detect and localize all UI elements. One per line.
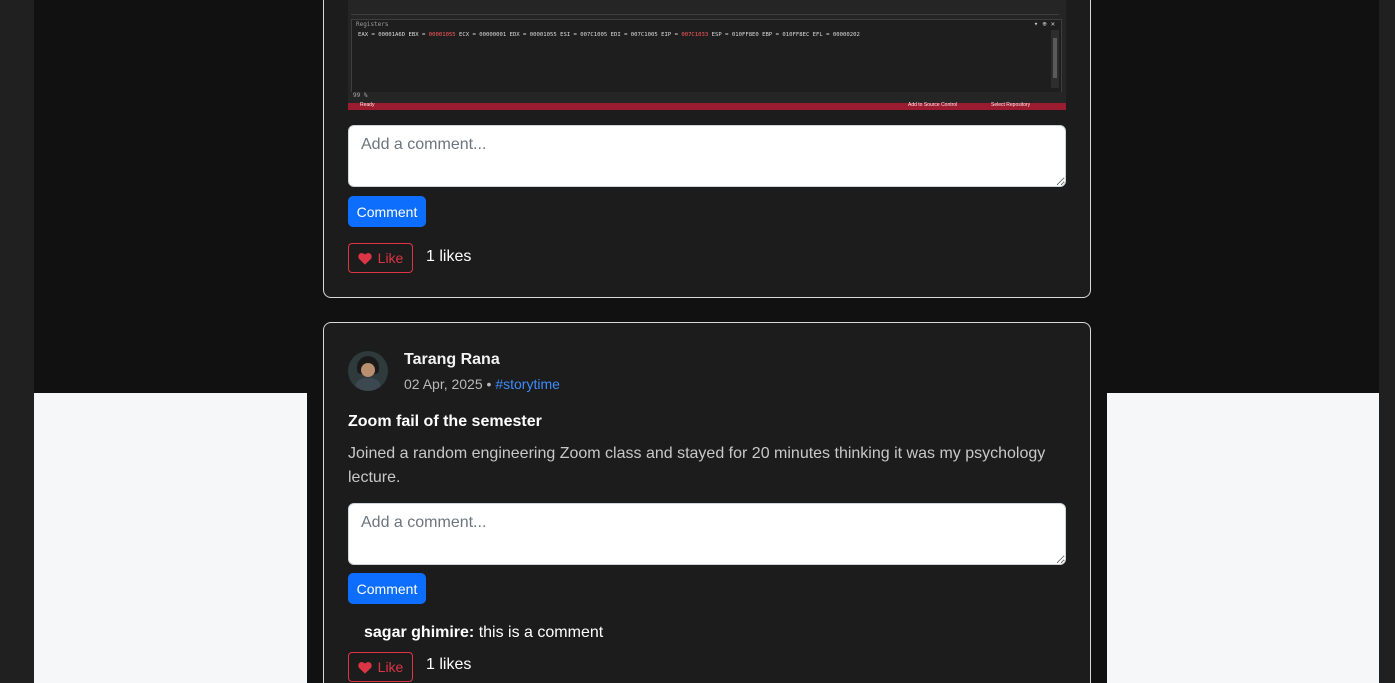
post-card: Tarang Rana 02 Apr, 2025 • #storytime Zo… xyxy=(323,322,1091,683)
zoom-bar: 99 % xyxy=(351,92,1062,101)
comment-user: sagar ghimire: xyxy=(364,624,475,641)
panel-scrollbar xyxy=(1051,30,1059,88)
comment-input[interactable] xyxy=(348,125,1066,187)
post-date: 02 Apr, 2025 xyxy=(404,376,483,392)
comment-button[interactable]: Comment xyxy=(348,573,426,604)
status-repository: Select Repository xyxy=(991,102,1031,108)
like-button[interactable]: Like xyxy=(348,652,413,682)
likes-count: 1 likes xyxy=(426,656,472,673)
comment-input[interactable] xyxy=(348,503,1066,565)
image-top-strip xyxy=(351,1,1059,15)
post-card: Registers ▾ ⊕ ✕ EAX = 00001A6D EBX = 000… xyxy=(323,0,1091,298)
comment-text: this is a comment xyxy=(474,624,604,641)
register-text: EAX = 00001A6D EBX = xyxy=(358,32,429,38)
like-button[interactable]: Like xyxy=(348,243,413,273)
register-text: ECX = 00000001 EDX = 00001055 ESI = 007C… xyxy=(455,32,682,38)
registers-panel: Registers ▾ ⊕ ✕ EAX = 00001A6D EBX = 000… xyxy=(351,19,1062,94)
registers-title: Registers xyxy=(356,21,389,28)
post-image-debugger-screenshot: Registers ▾ ⊕ ✕ EAX = 00001A6D EBX = 000… xyxy=(348,0,1066,110)
register-changed: 00001055 xyxy=(428,32,456,38)
meta-separator: • xyxy=(486,376,492,392)
comment-item: sagar ghimire: this is a comment xyxy=(364,624,603,642)
post-tag-link[interactable]: #storytime xyxy=(495,376,560,392)
heart-icon xyxy=(357,661,372,674)
post-meta: 02 Apr, 2025 • #storytime xyxy=(404,376,560,392)
status-ready: Ready xyxy=(360,102,375,108)
avatar[interactable] xyxy=(348,351,388,391)
zoom-level: 99 % xyxy=(353,92,368,99)
registers-values: EAX = 00001A6D EBX = 00001055 ECX = 0000… xyxy=(358,32,860,38)
like-label: Like xyxy=(377,250,404,266)
like-label: Like xyxy=(377,659,404,675)
ide-status-bar: Ready Add to Source Control Select Repos… xyxy=(348,102,1066,110)
post-body: Joined a random engineering Zoom class a… xyxy=(348,445,1046,486)
status-source-control: Add to Source Control xyxy=(908,102,958,108)
register-changed: 007C1033 xyxy=(681,32,709,38)
panel-controls-icon: ▾ ⊕ ✕ xyxy=(1033,20,1055,28)
register-text: ESP = 010FF8E0 EBP = 010FF8EC EFL = 0000… xyxy=(708,32,860,38)
post-title: Zoom fail of the semester xyxy=(348,413,542,430)
comment-button[interactable]: Comment xyxy=(348,196,426,227)
post-author[interactable]: Tarang Rana xyxy=(404,351,500,369)
heart-icon xyxy=(357,252,372,265)
likes-count: 1 likes xyxy=(426,248,472,265)
